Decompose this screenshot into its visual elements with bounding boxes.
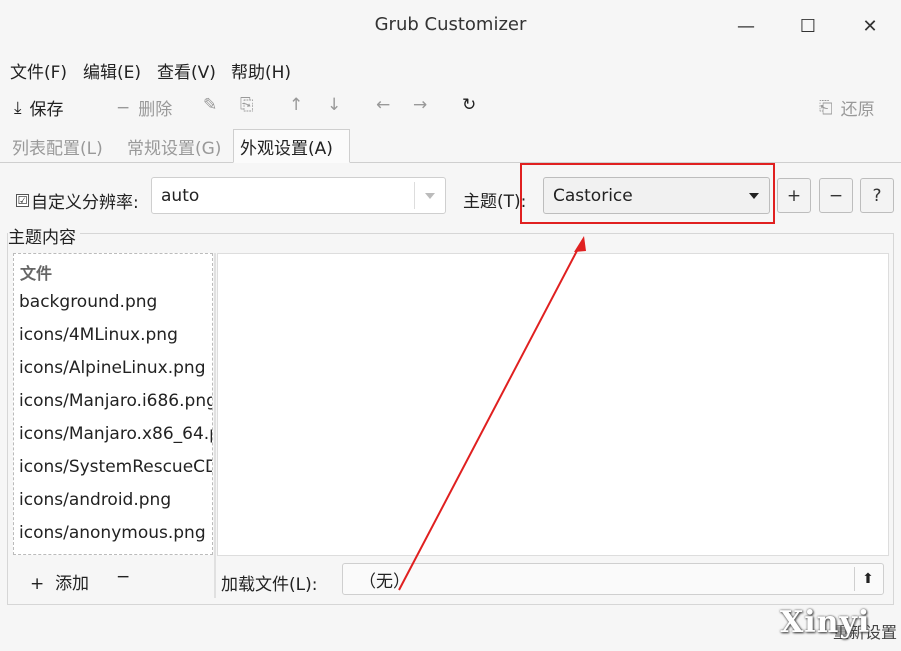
watermark-logo: Xinyi	[780, 605, 871, 640]
arrow-head	[574, 236, 586, 252]
arrow-line	[398, 244, 581, 591]
annotation-arrow	[398, 236, 586, 591]
